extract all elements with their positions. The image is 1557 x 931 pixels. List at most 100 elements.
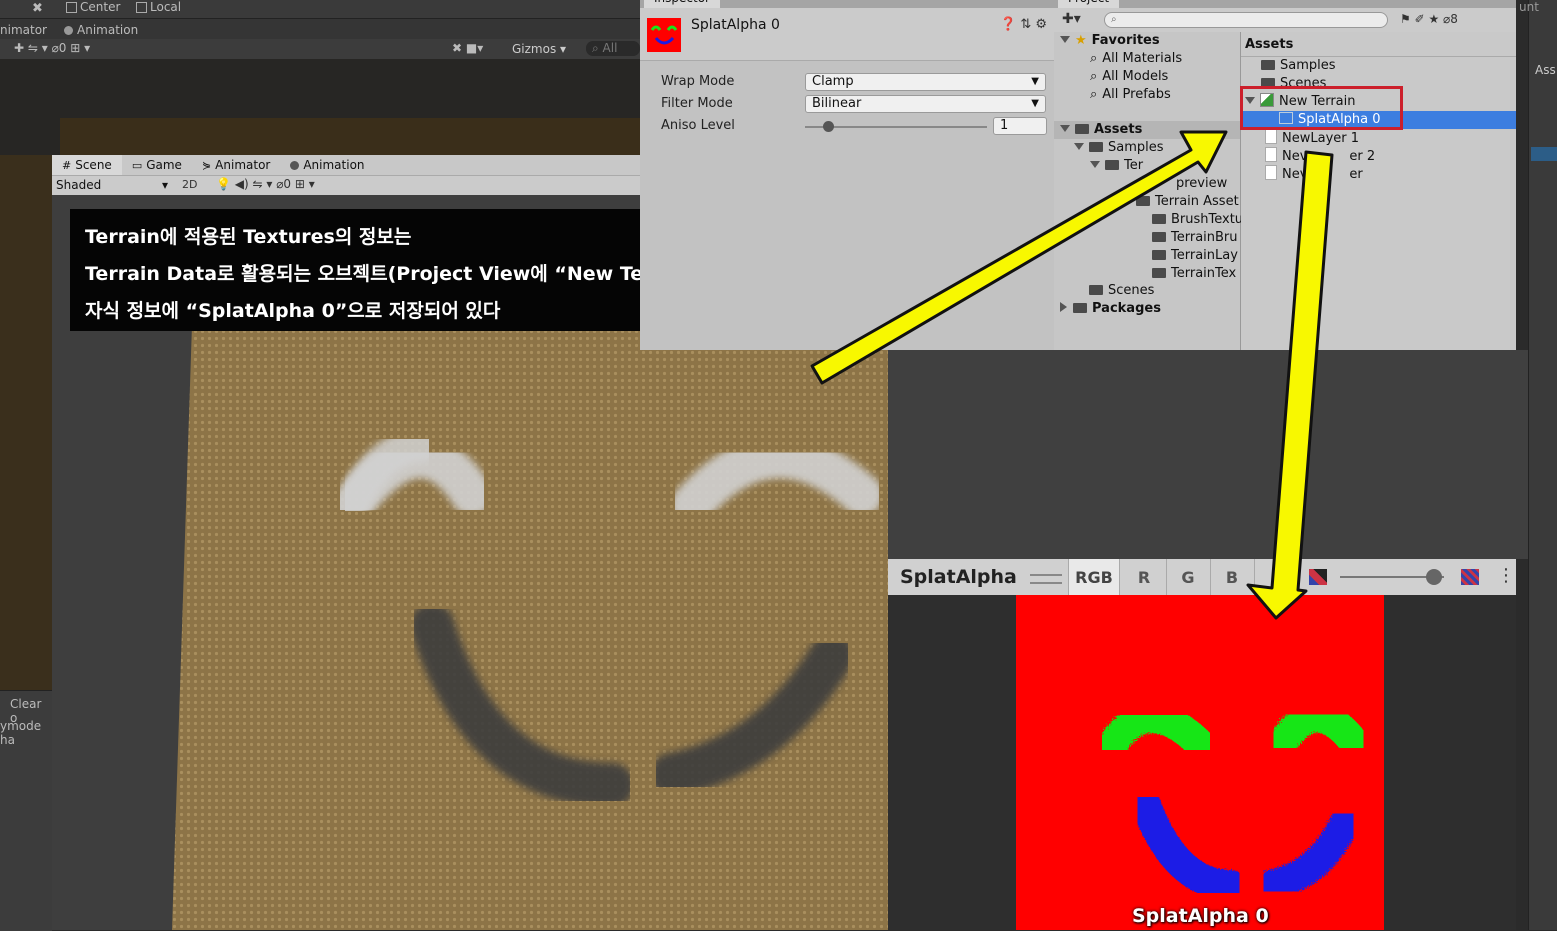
scene-view-icons[interactable]: 💡 ◀) ⇋ ▾ ⌀0 ⊞ ▾ — [216, 177, 315, 191]
star-icon: ★ — [1075, 33, 1087, 48]
tree-scenes[interactable]: Scenes — [1089, 282, 1154, 300]
tree-samples[interactable]: Samples — [1074, 139, 1164, 157]
clock-icon — [64, 26, 73, 35]
inspector-window: Inspector SplatAlpha 0 ❓ ⇅ ⚙ Wrap Mode C… — [640, 0, 1056, 350]
console-message: ymode ha — [0, 719, 42, 747]
folder-icon — [1073, 303, 1087, 313]
preview-caption: SplatAlpha 0 — [1132, 905, 1269, 927]
add-asset-button[interactable]: ✚▾ — [1062, 11, 1081, 27]
scene-backdrop-strip — [60, 118, 640, 155]
folder-icon — [1152, 232, 1166, 242]
scene-window: # Scene ▭ Game ⋟ Animator Animation Shaded ▾… — [52, 155, 640, 196]
tree-terrain-textures[interactable]: TerrainTex — [1152, 265, 1236, 283]
tree-all-models[interactable]: ⌕ All Models — [1090, 68, 1168, 86]
highlight-box — [1240, 86, 1403, 130]
project-search-input[interactable]: ⌕ — [1104, 12, 1388, 28]
local-icon — [136, 1, 147, 13]
assets-breadcrumb[interactable]: Assets — [1245, 36, 1293, 54]
tree-brush-textures[interactable]: BrushTextu — [1152, 211, 1243, 229]
tab-animation-left[interactable]: Animation — [64, 23, 138, 37]
inspector-asset-name: SplatAlpha 0 — [691, 17, 780, 33]
shading-mode-dropdown[interactable]: Shaded ▾ — [56, 178, 168, 192]
drag-handle-icon[interactable] — [1030, 574, 1062, 584]
clock-icon — [290, 160, 300, 170]
search-icon: ⌕ — [1090, 87, 1098, 102]
gamepad-icon: ▭ — [131, 158, 143, 172]
project-tree: ★ Favorites ⌕ All Materials ⌕ All Models ⌕ A… — [1054, 32, 1243, 350]
aniso-level-field[interactable]: 1 — [993, 117, 1047, 135]
tab-inspector[interactable]: Inspector — [644, 0, 720, 8]
mip-slider-thumb[interactable] — [1425, 569, 1442, 585]
asset-newlayer-1[interactable]: NewLayer 1 — [1265, 129, 1359, 147]
prop-aniso-level: Aniso Level 1 — [661, 117, 1047, 137]
asset-newlayer-2[interactable]: Nev er 2 — [1265, 147, 1375, 165]
tree-ter[interactable]: Ter — [1090, 157, 1143, 175]
scene-search-input[interactable]: ⌕ All — [586, 41, 640, 56]
tab-animation[interactable]: Animation — [280, 155, 374, 175]
channel-rgb-button[interactable]: RGB — [1068, 559, 1120, 595]
channel-g-button[interactable]: G — [1166, 559, 1211, 595]
tree-preview[interactable]: preview — [1176, 175, 1227, 193]
chevron-down-icon: ▼ — [1031, 76, 1039, 87]
tree-all-prefabs[interactable]: ⌕ All Prefabs — [1090, 86, 1171, 104]
scene-view-toolbar: Shaded ▾ 2D 💡 ◀) ⇋ ▾ ⌀0 ⊞ ▾ — [52, 175, 640, 196]
asset-newlayer-3[interactable]: Nev er — [1265, 165, 1363, 183]
animator-icon: ⋟ — [201, 158, 212, 172]
project-tab-bar: Project — [1054, 0, 1516, 8]
mode-2d-toggle[interactable]: 2D — [182, 178, 197, 191]
prop-label: Aniso Level — [661, 118, 735, 133]
tree-all-materials[interactable]: ⌕ All Materials — [1090, 50, 1182, 68]
console-panel: Clear o ymode ha — [0, 690, 52, 931]
tree-favorites[interactable]: ★ Favorites — [1060, 32, 1160, 50]
tab-animator-left[interactable]: nimator — [0, 23, 47, 37]
top-toolbar: ✖ Center Local — [0, 0, 640, 19]
right-edge-tab[interactable]: unt — [1519, 0, 1539, 14]
inspector-header: SplatAlpha 0 ❓ ⇅ ⚙ — [640, 8, 1054, 61]
prop-label: Wrap Mode — [661, 74, 735, 89]
folder-icon — [1075, 124, 1089, 134]
right-edge-panel: unt Ass — [1519, 0, 1557, 930]
tree-assets[interactable]: Assets — [1054, 121, 1240, 139]
file-icon — [1265, 165, 1277, 180]
folder-icon — [1261, 60, 1275, 70]
prop-wrap-mode: Wrap Mode Clamp ▼ — [661, 73, 1047, 93]
preview-panel: SplatAlpha RGB R G B ⋮ SplatAlpha 0 — [888, 559, 1516, 930]
chevron-down-icon: ▼ — [1031, 98, 1039, 109]
tree-packages[interactable]: Packages — [1060, 300, 1161, 318]
tree-terrain-brushes[interactable]: TerrainBru — [1152, 229, 1238, 247]
prop-label: Filter Mode — [661, 96, 733, 111]
right-edge-label: Ass — [1535, 63, 1556, 77]
filter-mode-dropdown[interactable]: Bilinear ▼ — [805, 95, 1046, 113]
tree-terrain-assets[interactable]: Terrain Asset — [1136, 193, 1239, 211]
tab-game[interactable]: ▭ Game — [122, 155, 192, 175]
splat-texture-image — [1096, 702, 1371, 900]
project-toolbar-icons[interactable]: ⚑ ✐ ★ ⌀8 — [1400, 12, 1458, 26]
tab-project[interactable]: Project — [1058, 0, 1120, 8]
wrap-mode-dropdown[interactable]: Clamp ▼ — [805, 73, 1046, 91]
inspector-header-icons[interactable]: ❓ ⇅ ⚙ — [1000, 17, 1047, 32]
channel-r-button[interactable]: R — [1122, 559, 1167, 595]
tab-scene[interactable]: # Scene — [52, 155, 122, 175]
aniso-slider-thumb[interactable] — [823, 121, 835, 132]
smiley-thumbnail-icon — [650, 25, 678, 45]
gizmos-dropdown[interactable]: Gizmos ▾ — [512, 42, 566, 56]
folder-icon — [1105, 160, 1119, 170]
preview-texture: SplatAlpha 0 — [1016, 595, 1384, 930]
tree-terrain-layers[interactable]: TerrainLay — [1152, 247, 1238, 265]
scene-tools-icon[interactable]: ✖ ■▾ — [452, 41, 483, 55]
pivot-center-button[interactable]: Center — [66, 0, 120, 14]
channel-b-button[interactable]: B — [1210, 559, 1255, 595]
pivot-local-button[interactable]: Local — [136, 0, 181, 14]
folder-icon — [1152, 214, 1166, 224]
search-icon: ⌕ — [1090, 69, 1098, 84]
scene-left-edge — [0, 155, 52, 690]
tools-icon[interactable]: ✖ — [32, 1, 43, 16]
project-assets-panel: Assets Samples Scenes New Terrain SplatA… — [1241, 32, 1516, 350]
scene-tabs: # Scene ▭ Game ⋟ Animator Animation — [52, 155, 375, 175]
asset-samples[interactable]: Samples — [1261, 57, 1336, 75]
camera-tool-icon[interactable]: ✚ ⇋ ▾ ⌀0 ⊞ ▾ — [14, 41, 90, 55]
more-menu-icon[interactable]: ⋮ — [1497, 565, 1515, 586]
inspector-tab-bar: Inspector — [640, 0, 1054, 8]
file-icon — [1265, 129, 1277, 144]
tab-animator[interactable]: ⋟ Animator — [192, 155, 280, 175]
